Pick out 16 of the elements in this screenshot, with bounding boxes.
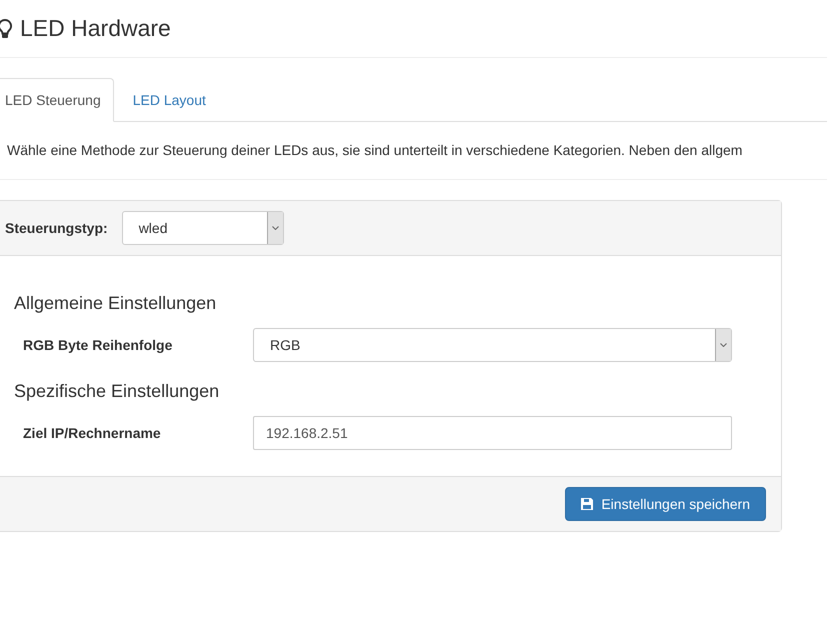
field-label: Ziel IP/Rechnername — [22, 424, 162, 442]
dropdown[interactable]: wled — [122, 211, 284, 245]
section-heading: Allgemeine Einstellungen — [14, 292, 218, 315]
field-label: RGB Byte Reihenfolge — [22, 336, 174, 355]
lightbulb-icon — [0, 18, 12, 38]
caret-icon — [272, 226, 279, 230]
caret-icon — [720, 343, 727, 347]
field-label: Steuerungstyp: — [5, 218, 108, 238]
dropdown[interactable]: RGB — [253, 328, 732, 362]
description-text: Wähle eine Methode zur Steuerung deiner LEDs aus, sie sind unterteilt in verschiedene Kategorien. Neben den allgem — [7, 141, 742, 160]
save-button[interactable]: Einstellungen speichern — [565, 487, 766, 521]
input-field[interactable]: 192.168.2.51 — [253, 416, 732, 450]
tab[interactable]: LED Layout — [114, 78, 225, 122]
tab[interactable]: LED Steuerung — [0, 78, 114, 122]
section-heading: Spezifische Einstellungen — [14, 380, 220, 403]
page-title: LED Hardware — [20, 14, 171, 44]
